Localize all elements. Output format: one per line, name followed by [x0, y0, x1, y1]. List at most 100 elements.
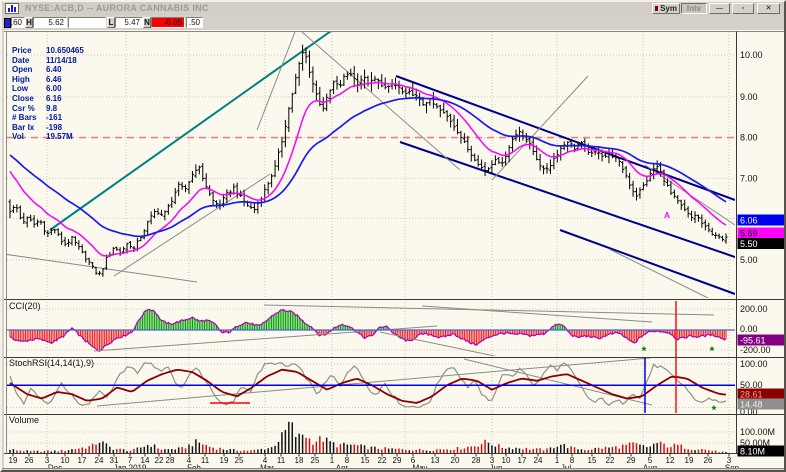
svg-text:28: 28	[472, 456, 481, 465]
app-icon-bar	[14, 7, 16, 12]
svg-text:5.00: 5.00	[740, 255, 758, 265]
svg-text:15: 15	[361, 456, 370, 465]
svg-text:24: 24	[95, 456, 104, 465]
row-value: 6.46	[46, 74, 62, 84]
data-panel-row: Price 10.650465	[12, 46, 84, 56]
data-panel-row: Bar Ix -198	[12, 123, 84, 133]
net-change-field: -0.05	[151, 17, 185, 28]
svg-text:22: 22	[378, 456, 387, 465]
data-panel-row: Close 6.16	[12, 94, 84, 104]
row-value: 19.57M	[46, 132, 73, 142]
data-panel-row: # Bars -161	[12, 113, 84, 123]
last-price-field: .60	[11, 17, 25, 28]
svg-text:8.10M: 8.10M	[740, 447, 765, 457]
svg-text:13: 13	[431, 456, 440, 465]
svg-text:29: 29	[393, 456, 402, 465]
svg-text:CCI(20): CCI(20)	[9, 301, 41, 311]
low-field: 5.47	[115, 17, 143, 28]
data-panel-row: Csr % 9.8	[12, 104, 84, 114]
svg-text:19: 19	[220, 456, 229, 465]
data-panel-row: Vol 19.57M	[12, 132, 84, 142]
sym-icon	[655, 6, 659, 11]
app-icon	[5, 3, 19, 14]
minimize-button[interactable]: —	[709, 3, 730, 14]
svg-text:11: 11	[201, 456, 210, 465]
svg-text:14.48: 14.48	[740, 400, 763, 410]
svg-text:-200.00: -200.00	[740, 345, 771, 355]
maximize-button[interactable]: ▫	[732, 3, 754, 14]
svg-text:22: 22	[155, 456, 164, 465]
svg-text:29: 29	[627, 456, 636, 465]
row-label: Bar Ix	[12, 122, 35, 132]
row-label: Csr %	[12, 103, 35, 113]
quote-bar: .60 H 5.62 L 5.47 N -0.05 .50	[2, 15, 784, 30]
close-button[interactable]: ✕	[757, 3, 780, 14]
svg-text:-95.61: -95.61	[740, 336, 766, 346]
row-value: 6.16	[46, 93, 62, 103]
intv-button[interactable]: Intv	[681, 3, 707, 14]
sym-button[interactable]: Sym	[652, 3, 680, 14]
app-icon-bar	[8, 8, 10, 12]
svg-text:20: 20	[451, 456, 460, 465]
row-value: 9.8	[46, 103, 58, 113]
svg-text:26: 26	[25, 456, 34, 465]
svg-text:0.00: 0.00	[740, 324, 758, 334]
svg-text:9.00: 9.00	[740, 92, 758, 102]
row-value: 6.40	[46, 65, 62, 75]
row-value: -198	[46, 122, 63, 132]
chart-canvas[interactable]: A* **10.009.008.007.005.00200.000.00-200.…	[2, 30, 786, 468]
svg-text:100.00: 100.00	[740, 359, 768, 369]
svg-text:1: 1	[555, 456, 560, 465]
title-bar: NYSE:ACB,D -- AURORA CANNABIS INC Sym In…	[2, 2, 784, 15]
row-value: -161	[46, 113, 63, 123]
svg-text:7.00: 7.00	[740, 173, 758, 183]
svg-text:StochRSI(14,14(1),9): StochRSI(14,14(1),9)	[9, 358, 94, 368]
svg-text:25: 25	[235, 456, 244, 465]
svg-text:26: 26	[704, 456, 713, 465]
entry-field[interactable]	[68, 17, 106, 28]
svg-text:Volume: Volume	[9, 415, 39, 425]
svg-text:28: 28	[166, 456, 175, 465]
close-field: .50	[186, 17, 203, 28]
row-label: High	[12, 74, 30, 84]
svg-text:*: *	[642, 344, 647, 358]
svg-text:6.06: 6.06	[740, 216, 758, 226]
data-panel-row: Open 6.40	[12, 65, 84, 75]
row-label: Price	[12, 46, 32, 55]
high-field: 5.62	[33, 17, 67, 28]
data-panel: Price 10.650465 Date 11/14/18 Open 6.40 Hig…	[12, 46, 84, 142]
svg-text:A: A	[664, 211, 670, 220]
svg-text:200.00: 200.00	[740, 304, 768, 314]
high-label: H	[25, 17, 33, 28]
row-value: 6.00	[46, 84, 62, 94]
svg-text:12: 12	[666, 456, 675, 465]
svg-text:10.00: 10.00	[740, 50, 763, 60]
row-value: 10.650465	[46, 46, 84, 55]
svg-text:10: 10	[502, 456, 511, 465]
row-value: 11/14/18	[46, 55, 77, 65]
svg-text:22: 22	[606, 456, 615, 465]
row-label: Open	[12, 65, 33, 75]
svg-text:15: 15	[588, 456, 597, 465]
sym-button-label: Sym	[660, 4, 677, 13]
row-label: Low	[12, 84, 28, 94]
svg-text:11: 11	[277, 456, 286, 465]
low-label: L	[107, 17, 115, 28]
svg-text:18: 18	[295, 456, 304, 465]
svg-text:19: 19	[685, 456, 694, 465]
svg-text:24: 24	[534, 456, 543, 465]
svg-text:17: 17	[78, 456, 87, 465]
svg-text:100.00M: 100.00M	[740, 427, 775, 437]
svg-text:1: 1	[330, 456, 335, 465]
row-label: Vol	[12, 132, 24, 142]
row-label: Date	[12, 55, 30, 65]
row-label: # Bars	[12, 113, 37, 123]
svg-text:5.69: 5.69	[740, 229, 758, 239]
svg-text:28.61: 28.61	[740, 390, 763, 400]
svg-text:8.00: 8.00	[740, 133, 758, 143]
window-bottom-edge	[2, 468, 784, 470]
data-panel-row: Date 11/14/18	[12, 56, 84, 66]
app-icon-bar	[11, 5, 13, 12]
intv-button-label: Intv	[686, 4, 702, 13]
data-panel-row: High 6.46	[12, 75, 84, 85]
